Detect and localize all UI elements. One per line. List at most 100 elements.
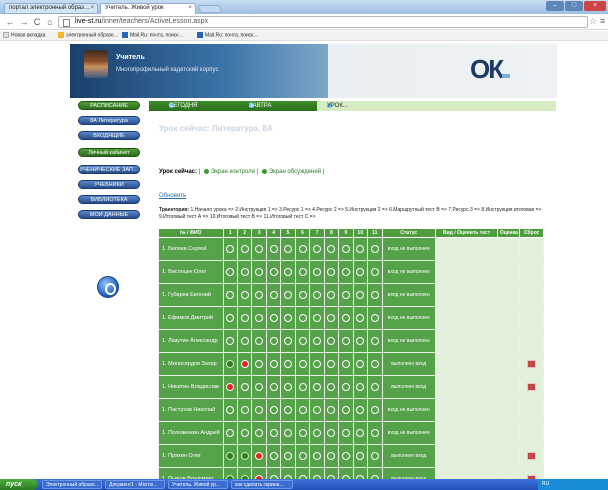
- pending-step-icon[interactable]: [312, 406, 321, 414]
- view-test-cell[interactable]: [434, 283, 499, 307]
- pending-step-icon[interactable]: [240, 291, 249, 299]
- pending-step-icon[interactable]: [298, 429, 307, 437]
- pending-step-icon[interactable]: [312, 429, 321, 437]
- sidebar-item-literature[interactable]: 8А Литература: [78, 116, 140, 125]
- address-bar[interactable]: live-st.ru/inner/teachers/ActiveLesson.a…: [58, 16, 588, 28]
- sidebar-item-schedule[interactable]: РАСПИСАНИЕ: [78, 101, 140, 110]
- pending-step-icon[interactable]: [356, 337, 365, 345]
- pending-step-icon[interactable]: [284, 406, 293, 414]
- view-test-cell[interactable]: [434, 398, 499, 422]
- pending-step-icon[interactable]: [327, 245, 336, 253]
- control-screen-link[interactable]: Экран контроля: [211, 169, 255, 175]
- taskbar-item[interactable]: Документ1 - Micros…: [105, 480, 165, 489]
- refresh-link[interactable]: Обновить: [159, 193, 186, 199]
- forward-arrow-icon[interactable]: →: [18, 16, 30, 28]
- pending-step-icon[interactable]: [284, 337, 293, 345]
- reset-icon[interactable]: [527, 383, 537, 391]
- pending-step-icon[interactable]: [327, 291, 336, 299]
- sidebar-item-library[interactable]: БИБЛИОТЕКА: [78, 195, 140, 204]
- maximize-button[interactable]: □: [565, 1, 583, 11]
- pending-step-icon[interactable]: [356, 314, 365, 322]
- pending-step-icon[interactable]: [312, 452, 321, 460]
- pending-step-icon[interactable]: [356, 452, 365, 460]
- minimize-button[interactable]: –: [546, 1, 564, 11]
- pending-step-icon[interactable]: [269, 360, 278, 368]
- pending-step-icon[interactable]: [327, 383, 336, 391]
- pending-step-icon[interactable]: [356, 291, 365, 299]
- pending-step-icon[interactable]: [226, 314, 235, 322]
- pending-step-icon[interactable]: [341, 429, 350, 437]
- pending-step-icon[interactable]: [240, 383, 249, 391]
- discussion-screen-link[interactable]: Экран обсуждений: [269, 169, 321, 175]
- pending-step-icon[interactable]: [327, 360, 336, 368]
- reset-icon[interactable]: [527, 360, 537, 368]
- view-test-cell[interactable]: [434, 306, 499, 330]
- pending-step-icon[interactable]: [255, 360, 264, 368]
- pending-step-icon[interactable]: [370, 360, 379, 368]
- pending-step-icon[interactable]: [312, 314, 321, 322]
- pending-step-icon[interactable]: [370, 429, 379, 437]
- pending-step-icon[interactable]: [298, 337, 307, 345]
- pending-step-icon[interactable]: [370, 268, 379, 276]
- browser-tab-portal[interactable]: портал электронный образ… ×: [4, 3, 98, 14]
- taskbar-item[interactable]: Электронный образо…: [42, 480, 102, 489]
- view-test-cell[interactable]: [434, 375, 499, 399]
- view-test-cell[interactable]: [434, 237, 499, 261]
- pending-step-icon[interactable]: [298, 452, 307, 460]
- pending-step-icon[interactable]: [255, 429, 264, 437]
- sidebar-item-textbooks[interactable]: УЧЕБНИКИ: [78, 180, 140, 189]
- pending-step-icon[interactable]: [255, 245, 264, 253]
- pending-step-icon[interactable]: [255, 337, 264, 345]
- menu-icon[interactable]: ≡: [600, 16, 605, 26]
- pending-step-icon[interactable]: [356, 360, 365, 368]
- reload-icon[interactable]: C: [31, 16, 43, 28]
- pending-step-icon[interactable]: [284, 360, 293, 368]
- grade-cell[interactable]: [497, 306, 521, 330]
- pending-step-icon[interactable]: [284, 383, 293, 391]
- pending-step-icon[interactable]: [370, 314, 379, 322]
- home-icon[interactable]: ⌂: [44, 16, 56, 28]
- pending-step-icon[interactable]: [298, 360, 307, 368]
- pending-step-icon[interactable]: [240, 314, 249, 322]
- pending-step-icon[interactable]: [284, 314, 293, 322]
- pending-step-icon[interactable]: [269, 314, 278, 322]
- pending-step-icon[interactable]: [255, 406, 264, 414]
- pending-step-icon[interactable]: [240, 406, 249, 414]
- pending-step-icon[interactable]: [284, 429, 293, 437]
- pending-step-icon[interactable]: [312, 383, 321, 391]
- pending-step-icon[interactable]: [269, 245, 278, 253]
- pending-step-icon[interactable]: [370, 406, 379, 414]
- pending-step-icon[interactable]: [269, 383, 278, 391]
- pending-step-icon[interactable]: [298, 245, 307, 253]
- taskbar-item[interactable]: как сделать скрина…: [231, 480, 293, 489]
- pending-step-icon[interactable]: [356, 245, 365, 253]
- pending-step-icon[interactable]: [226, 245, 235, 253]
- pending-step-icon[interactable]: [327, 337, 336, 345]
- pending-step-icon[interactable]: [226, 291, 235, 299]
- pending-step-icon[interactable]: [298, 406, 307, 414]
- new-tab-button[interactable]: [197, 5, 223, 13]
- pending-step-icon[interactable]: [341, 337, 350, 345]
- pending-step-icon[interactable]: [255, 314, 264, 322]
- sidebar-item-cabinet[interactable]: Личный кабинет: [78, 148, 140, 157]
- site-logo[interactable]: ОК: [470, 54, 511, 85]
- current-step-icon[interactable]: [226, 383, 235, 391]
- pending-step-icon[interactable]: [269, 291, 278, 299]
- pending-step-icon[interactable]: [356, 429, 365, 437]
- close-window-button[interactable]: ×: [584, 1, 606, 11]
- completed-step-icon[interactable]: [226, 360, 235, 368]
- pending-step-icon[interactable]: [356, 268, 365, 276]
- pending-step-icon[interactable]: [284, 245, 293, 253]
- sidebar-item-inbox[interactable]: ВХОДЯЩИЕ: [78, 131, 140, 140]
- grade-cell[interactable]: [497, 283, 521, 307]
- view-test-cell[interactable]: [434, 421, 499, 445]
- pending-step-icon[interactable]: [341, 268, 350, 276]
- pending-step-icon[interactable]: [327, 314, 336, 322]
- pending-step-icon[interactable]: [240, 429, 249, 437]
- completed-step-icon[interactable]: [240, 452, 249, 460]
- pending-step-icon[interactable]: [370, 337, 379, 345]
- grade-cell[interactable]: [497, 398, 521, 422]
- grade-cell[interactable]: [497, 444, 521, 468]
- control-panel-icon[interactable]: [97, 276, 119, 298]
- current-step-icon[interactable]: [255, 452, 264, 460]
